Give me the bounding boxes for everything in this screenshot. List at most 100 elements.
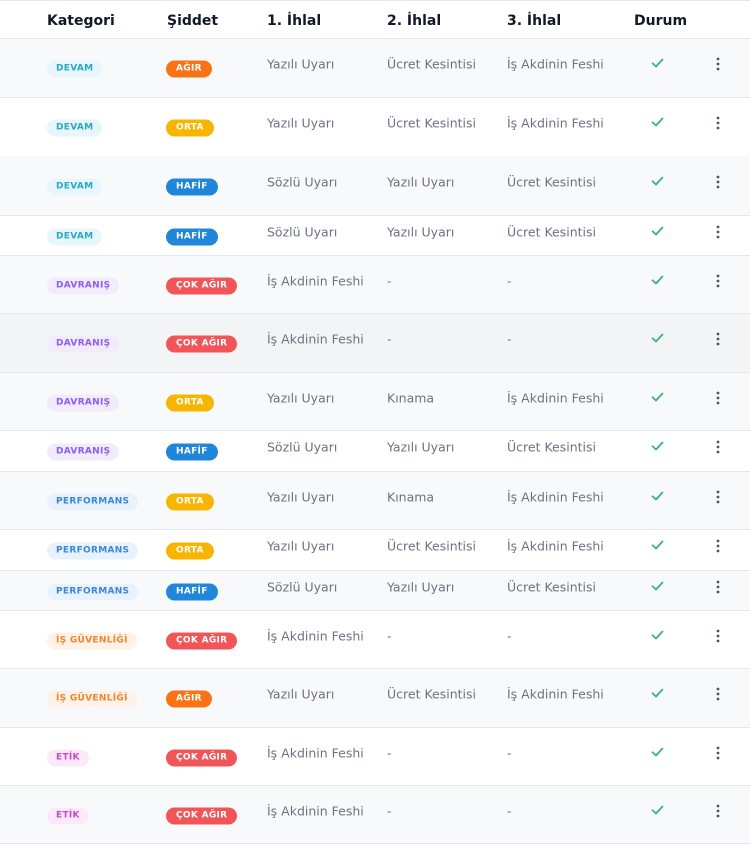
column-header-category[interactable]: Kategori [47,1,115,40]
second-violation-cell: Kınama [387,390,435,405]
severity-badge: HAFİF [166,178,218,195]
check-icon [651,226,664,235]
column-header-second-violation[interactable]: 2. İhlal [387,1,441,40]
table-row[interactable]: DAVRANIŞ ORTA Yazılı Uyarı Kınama İş Akdinin… [0,373,750,431]
more-options-icon[interactable] [713,56,723,72]
third-violation-cell: İş Akdinin Feshi [507,115,604,131]
severity-badge: ORTA [166,394,214,411]
category-badge: ETİK [47,749,89,766]
second-violation-cell: Ücret Kesintisi [387,56,476,72]
first-violation-cell: Sözlü Uyarı [267,439,338,455]
third-violation-cell: Ücret Kesintisi [507,224,596,239]
column-header-first-violation[interactable]: 1. İhlal [267,1,321,40]
check-icon [651,176,664,185]
category-badge: PERFORMANS [47,542,139,560]
check-icon [651,392,664,401]
severity-badge: ORTA [166,493,214,510]
first-violation-cell: Yazılı Uyarı [267,115,335,131]
third-violation-cell: Ücret Kesintisi [507,579,596,594]
table-row[interactable]: PERFORMANS ORTA Yazılı Uyarı Kınama İş Akdin… [0,472,750,530]
table-row[interactable]: ETİK ÇOK AĞIR İş Akdinin Feshi - - [0,728,750,786]
severity-badge: ÇOK AĞIR [166,632,238,649]
column-header-third-violation[interactable]: 3. İhlal [507,1,561,40]
second-violation-cell: Yazılı Uyarı [387,174,455,189]
severity-badge: HAFİF [166,443,218,461]
third-violation-cell: İş Akdinin Feshi [507,489,604,504]
category-badge: PERFORMANS [47,583,139,600]
first-violation-cell: Yazılı Uyarı [267,686,335,702]
first-violation-cell: Sözlü Uyarı [267,579,338,594]
first-violation-cell: Yazılı Uyarı [267,56,335,72]
more-options-icon[interactable] [713,803,723,819]
table-row[interactable]: PERFORMANS ORTA Yazılı Uyarı Ücret Kesintis… [0,530,750,571]
table-row[interactable]: DAVRANIŞ ÇOK AĞIR İş Akdinin Feshi - - [0,256,750,314]
table-row[interactable]: DEVAM HAFİF Sözlü Uyarı Yazılı Uyarı Ücret K… [0,156,750,216]
first-violation-cell: Yazılı Uyarı [267,538,335,554]
category-badge: İŞ GÜVENLİĞİ [47,690,137,708]
more-options-icon[interactable] [713,579,723,595]
check-icon [651,333,664,343]
third-violation-cell: İş Akdinin Feshi [507,686,604,702]
severity-badge: AĞIR [166,690,212,708]
table-row[interactable]: PERFORMANS HAFİF Sözlü Uyarı Yazılı Uyarı Üc… [0,571,750,611]
more-options-icon[interactable] [713,439,723,455]
more-options-icon[interactable] [713,331,723,347]
column-header-status[interactable]: Durum [634,1,687,40]
first-violation-cell: Sözlü Uyarı [267,224,338,239]
second-violation-cell: Yazılı Uyarı [387,579,455,594]
more-options-icon[interactable] [713,273,723,289]
severity-badge: ÇOK AĞIR [166,807,238,824]
table-row[interactable]: İŞ GÜVENLİĞİ ÇOK AĞIR İş Akdinin Feshi - - [0,611,750,669]
more-options-icon[interactable] [713,489,723,505]
first-violation-cell: İş Akdinin Feshi [267,745,364,760]
severity-badge: ORTA [166,542,214,560]
more-options-icon[interactable] [713,390,723,406]
more-options-icon[interactable] [713,745,723,761]
table-row[interactable]: DEVAM AĞIR Yazılı Uyarı Ücret Kesintisi İş A… [0,39,750,98]
third-violation-cell: Ücret Kesintisi [507,439,596,455]
second-violation-cell: Ücret Kesintisi [387,115,476,131]
table-row[interactable]: İŞ GÜVENLİĞİ AĞIR Yazılı Uyarı Ücret Kesint… [0,669,750,728]
table-row[interactable]: DAVRANIŞ ÇOK AĞIR İş Akdinin Feshi - - [0,314,750,373]
check-icon [651,630,664,639]
first-violation-cell: İş Akdinin Feshi [267,803,364,818]
first-violation-cell: İş Akdinin Feshi [267,273,364,288]
more-options-icon[interactable] [713,115,723,131]
severity-badge: HAFİF [166,583,218,600]
third-violation-cell: - [507,803,512,818]
second-violation-cell: Ücret Kesintisi [387,538,476,554]
third-violation-cell: - [507,628,512,643]
category-badge: DAVRANIŞ [47,443,120,461]
third-violation-cell: İş Akdinin Feshi [507,390,604,405]
more-options-icon[interactable] [713,686,723,702]
severity-badge: ORTA [166,119,214,137]
first-violation-cell: Yazılı Uyarı [267,390,335,405]
check-icon [651,58,664,68]
check-icon [651,805,664,814]
table-row[interactable]: ETİK ÇOK AĞIR İş Akdinin Feshi - - [0,786,750,844]
third-violation-cell: İş Akdinin Feshi [507,56,604,72]
first-violation-cell: İş Akdinin Feshi [267,628,364,643]
second-violation-cell: Ücret Kesintisi [387,686,476,702]
category-badge: DEVAM [47,178,103,195]
second-violation-cell: - [387,628,392,643]
second-violation-cell: - [387,331,392,347]
column-header-severity[interactable]: Şiddet [167,1,218,40]
more-options-icon[interactable] [713,538,723,554]
category-badge: DAVRANIŞ [47,335,120,353]
severity-badge: ÇOK AĞIR [166,277,238,294]
table-row[interactable]: DEVAM ORTA Yazılı Uyarı Ücret Kesintisi İş A… [0,98,750,157]
check-icon [651,491,664,500]
check-icon [651,441,664,451]
more-options-icon[interactable] [713,224,723,240]
more-options-icon[interactable] [713,628,723,644]
more-options-icon[interactable] [713,174,723,190]
severity-badge: ÇOK AĞIR [166,749,238,766]
third-violation-cell: - [507,273,512,288]
category-badge: PERFORMANS [47,493,139,510]
category-badge: DEVAM [47,60,103,78]
table-row[interactable]: DEVAM HAFİF Sözlü Uyarı Yazılı Uyarı Ücret K… [0,216,750,256]
check-icon [651,747,664,756]
table-row[interactable]: DAVRANIŞ HAFİF Sözlü Uyarı Yazılı Uyarı Ücre… [0,431,750,472]
second-violation-cell: Yazılı Uyarı [387,439,455,455]
